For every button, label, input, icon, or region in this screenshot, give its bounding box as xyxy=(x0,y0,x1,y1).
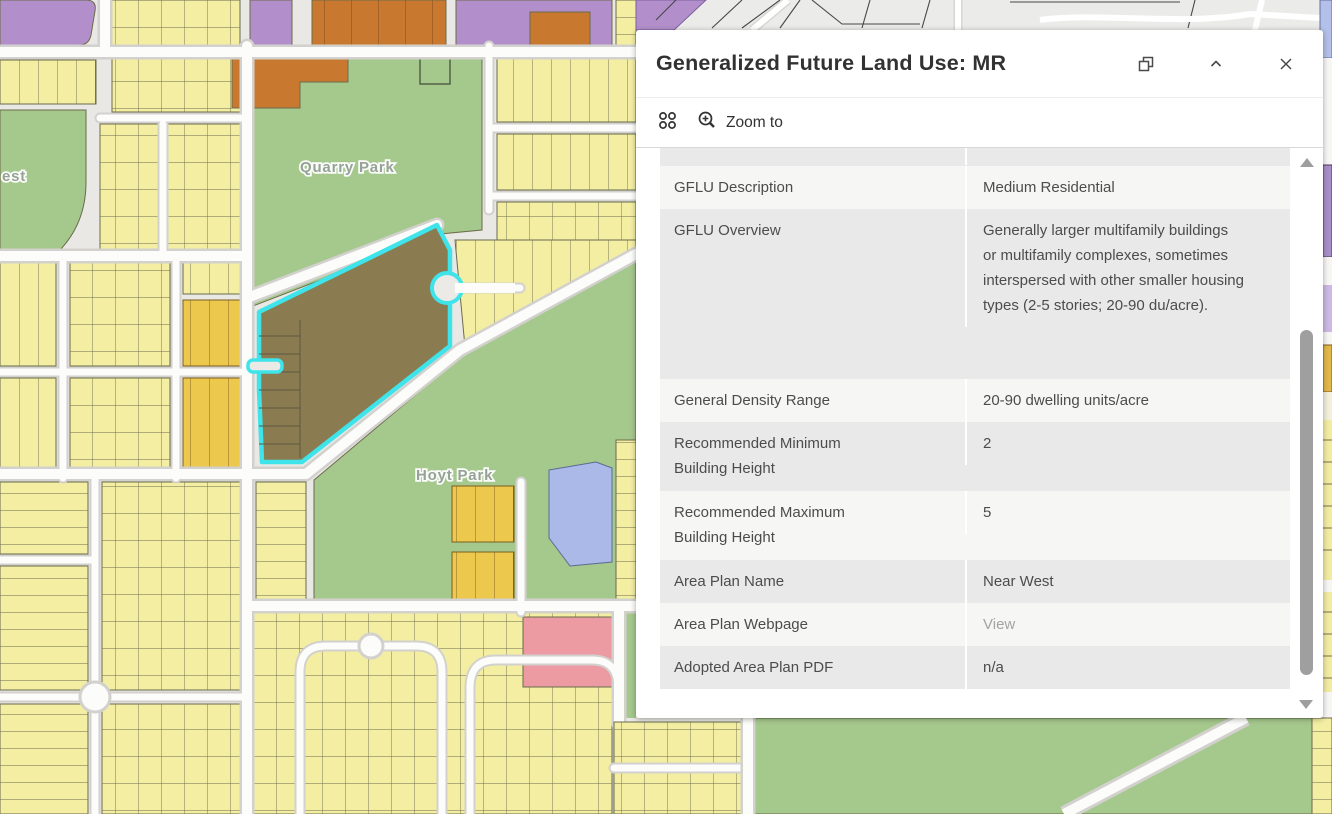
scrollbar-thumb[interactable] xyxy=(1300,330,1313,675)
table-row: GFLU Overview Generally larger multifami… xyxy=(660,209,1290,379)
attribute-table: GFLU MR GFLU Description Medium Resident… xyxy=(660,148,1290,718)
field-value: Generally larger multifamily buildings o… xyxy=(965,209,1290,327)
field-value: n/a xyxy=(965,646,1290,689)
close-icon xyxy=(1278,56,1294,72)
field-value: 20-90 dwelling units/acre xyxy=(965,379,1290,422)
field-label: GFLU Description xyxy=(660,166,965,209)
popup-toolbar: Zoom to xyxy=(636,98,1323,148)
field-value: Near West xyxy=(965,560,1290,603)
table-row: GFLU Description Medium Residential xyxy=(660,166,1290,209)
field-label: General Density Range xyxy=(660,379,965,422)
table-row: Recommended Minimum Building Height 2 xyxy=(660,422,1290,491)
map-label-quarry-park: Quarry Park xyxy=(300,159,395,176)
table-row: General Density Range 20-90 dwelling uni… xyxy=(660,379,1290,422)
field-label: Recommended Minimum Building Height xyxy=(660,422,965,490)
cul-de-sac-circle xyxy=(80,682,110,712)
close-button[interactable] xyxy=(1271,49,1301,79)
field-label: Adopted Area Plan PDF xyxy=(660,646,965,689)
map-label-est: est xyxy=(2,168,26,185)
table-row: Area Plan Webpage View xyxy=(660,603,1290,646)
field-label: GFLU Overview xyxy=(660,209,965,252)
map-right-sliver xyxy=(1323,58,1332,718)
dock-icon xyxy=(1137,55,1155,73)
field-value: 2 xyxy=(965,422,1290,465)
popup-scrollbar xyxy=(1293,148,1320,718)
table-row: Adopted Area Plan PDF n/a xyxy=(660,646,1290,689)
field-label: Area Plan Name xyxy=(660,560,965,603)
dock-button[interactable] xyxy=(1131,49,1161,79)
field-label: GFLU xyxy=(660,148,965,165)
collapse-button[interactable] xyxy=(1201,49,1231,79)
zoom-to-button[interactable]: Zoom to xyxy=(687,104,793,141)
selection-road-stub xyxy=(248,360,282,372)
scroll-down-arrow[interactable] xyxy=(1299,700,1313,709)
map-bottom-strip xyxy=(614,718,1332,814)
table-row: Recommended Maximum Building Height 5 xyxy=(660,491,1290,560)
feature-popup: Generalized Future Land Use: MR xyxy=(636,30,1323,718)
table-row-clipped: GFLU MR xyxy=(660,148,1290,166)
cul-de-sac-circle xyxy=(359,634,383,658)
field-label: Area Plan Webpage xyxy=(660,603,965,646)
zoom-plus-magnifier-icon xyxy=(697,110,717,135)
field-value-link[interactable]: View xyxy=(965,603,1290,646)
chevron-up-icon xyxy=(1208,56,1224,72)
field-label: Recommended Maximum Building Height xyxy=(660,491,965,559)
scroll-up-arrow[interactable] xyxy=(1300,158,1314,167)
table-row: GFLU MR xyxy=(660,148,1290,166)
field-value: 5 xyxy=(965,491,1290,534)
feature-menu-dots-icon xyxy=(658,111,677,135)
popup-header-actions xyxy=(1131,49,1301,79)
popup-title: Generalized Future Land Use: MR xyxy=(656,51,1006,76)
table-row: Area Plan Name Near West xyxy=(660,560,1290,603)
feature-menu-button[interactable] xyxy=(648,105,687,141)
field-value: MR xyxy=(965,148,1290,165)
map-label-hoyt-park: Hoyt Park xyxy=(416,467,493,484)
popup-header: Generalized Future Land Use: MR xyxy=(636,30,1323,98)
app-window: Quarry Park Hoyt Park est xyxy=(0,0,1332,814)
zoom-to-label: Zoom to xyxy=(726,114,783,132)
field-value: Medium Residential xyxy=(965,166,1290,209)
